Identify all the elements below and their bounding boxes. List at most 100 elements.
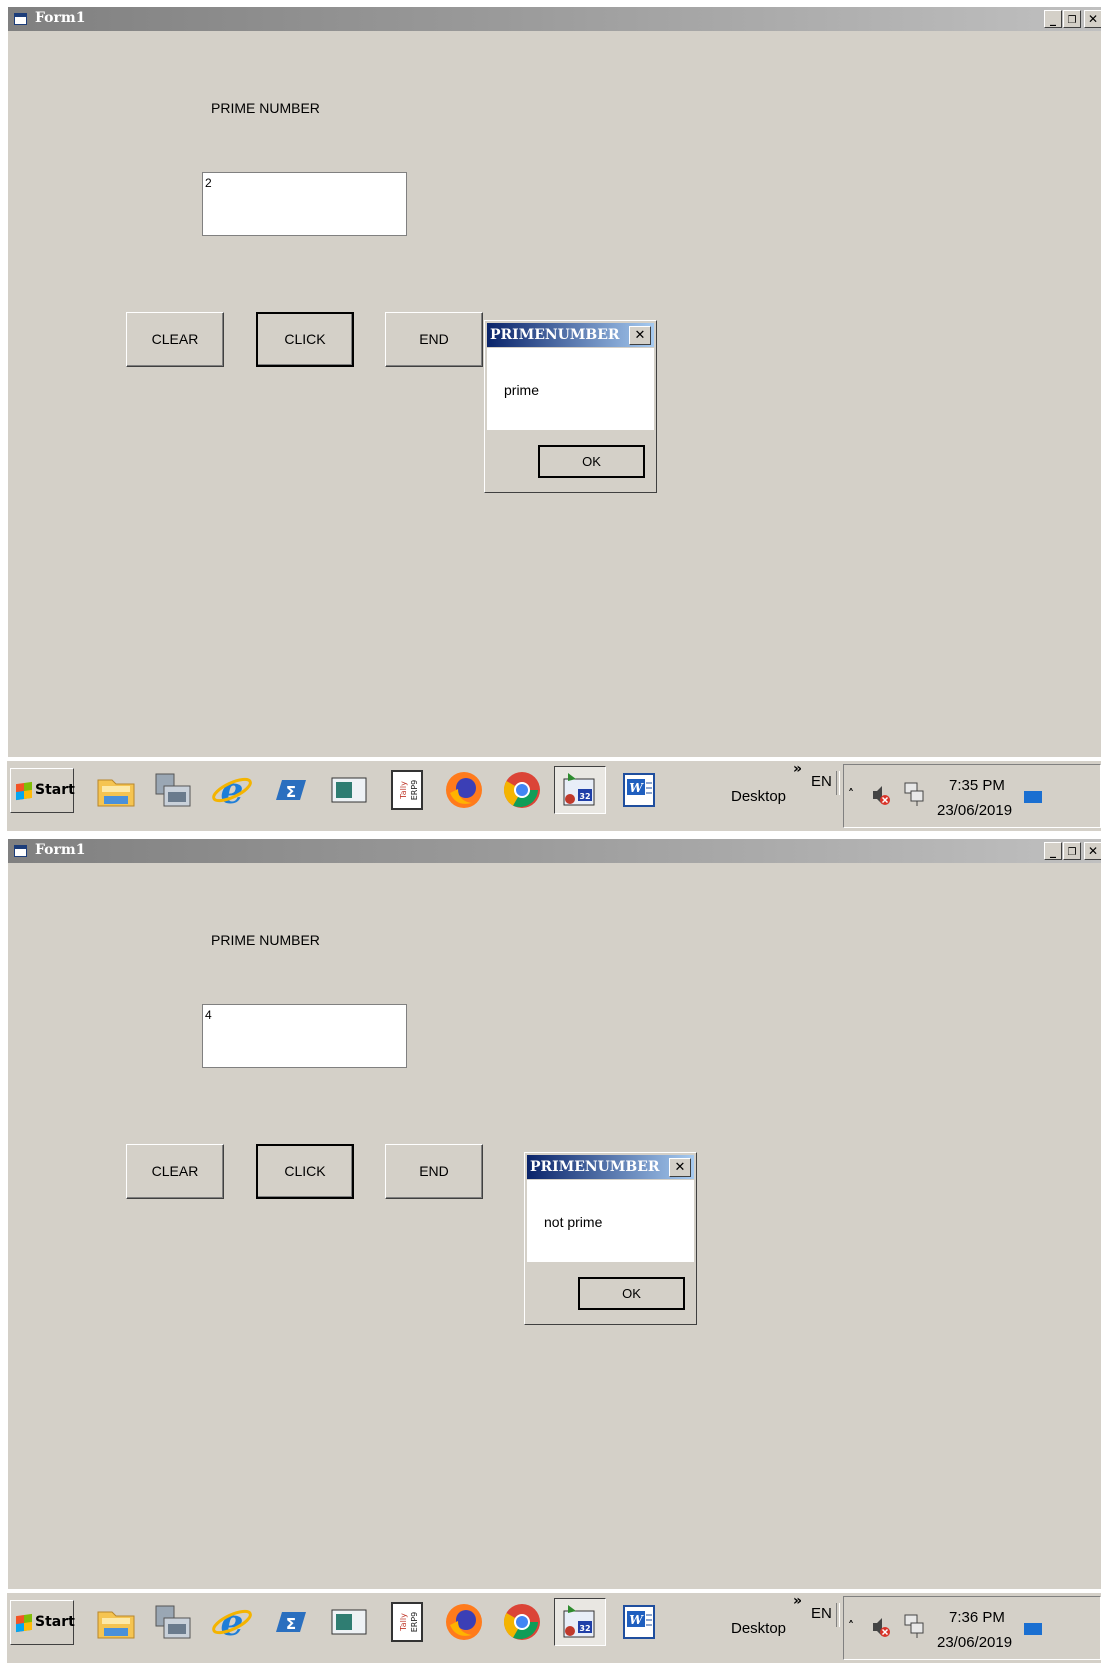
windows-logo-icon xyxy=(16,1613,32,1633)
network-icon[interactable] xyxy=(902,1613,926,1639)
word-icon[interactable]: W xyxy=(612,766,664,814)
form-window-icon xyxy=(14,13,27,25)
end-button[interactable]: END xyxy=(385,1144,483,1199)
internet-explorer-icon[interactable]: e xyxy=(206,766,258,814)
dialog-title-bar[interactable]: PRIMENUMBER ✕ xyxy=(487,323,654,347)
message-dialog: PRIMENUMBER ✕ prime OK xyxy=(484,320,657,493)
close-button[interactable]: ✕ xyxy=(1084,10,1101,28)
svg-text:Σ: Σ xyxy=(286,1615,296,1633)
tally-erp9-icon[interactable]: Tally ERP9 xyxy=(380,1598,432,1646)
dialog-message-area: prime xyxy=(487,348,654,430)
clock-time[interactable]: 7:35 PM xyxy=(949,777,1005,794)
svg-text:W: W xyxy=(629,781,644,795)
console-window-icon[interactable] xyxy=(322,766,374,814)
control-panel-icon[interactable] xyxy=(148,1598,200,1646)
svg-text:W: W xyxy=(629,1613,644,1627)
dialog-title: PRIMENUMBER xyxy=(530,1159,660,1175)
desktop-toolbar-label[interactable]: Desktop xyxy=(731,1620,786,1637)
taskbar: Start e Σ Tally ERP9 32 W Desktop » EN ˄… xyxy=(7,1592,1101,1663)
vb6-app-icon[interactable]: 32 xyxy=(554,1598,606,1646)
ok-button[interactable]: OK xyxy=(578,1277,685,1310)
network-icon[interactable] xyxy=(902,781,926,807)
show-desktop-button[interactable] xyxy=(1024,1623,1042,1635)
svg-text:ERP9: ERP9 xyxy=(410,1612,419,1633)
show-hidden-icons-button[interactable]: ˄ xyxy=(848,1619,854,1633)
close-button[interactable]: ✕ xyxy=(1084,842,1101,860)
clock-date[interactable]: 23/06/2019 xyxy=(937,1634,1012,1651)
restore-button[interactable]: ❐ xyxy=(1063,10,1081,28)
language-indicator[interactable]: EN xyxy=(811,773,832,790)
console-window-icon[interactable] xyxy=(322,1598,374,1646)
svg-text:e: e xyxy=(221,770,244,810)
number-input[interactable]: 4 xyxy=(202,1004,407,1068)
tally-erp9-icon[interactable]: Tally ERP9 xyxy=(380,766,432,814)
volume-muted-icon[interactable] xyxy=(870,1615,892,1639)
restore-icon: ❐ xyxy=(1067,15,1077,26)
firefox-icon[interactable] xyxy=(438,766,490,814)
title-bar[interactable]: Form1 _ ❐ ✕ xyxy=(8,7,1101,31)
click-button[interactable]: CLICK xyxy=(256,312,354,367)
taskbar-separator xyxy=(836,1603,840,1627)
form1-window: Form1 _ ❐ ✕ PRIME NUMBER 4 CLEAR CLICK E… xyxy=(7,839,1101,1589)
system-tray: ˄ 7:35 PM 23/06/2019 xyxy=(843,764,1101,828)
screenshot-2: Form1 _ ❐ ✕ PRIME NUMBER 4 CLEAR CLICK E… xyxy=(0,832,1101,1663)
chrome-icon[interactable] xyxy=(496,1598,548,1646)
show-desktop-button[interactable] xyxy=(1024,791,1042,803)
vb6-app-icon[interactable]: 32 xyxy=(554,766,606,814)
show-hidden-icons-button[interactable]: ˄ xyxy=(848,787,854,801)
prime-number-label: PRIME NUMBER xyxy=(211,932,320,948)
file-explorer-icon[interactable] xyxy=(90,1598,142,1646)
end-button[interactable]: END xyxy=(385,312,483,367)
dialog-message-area: not prime xyxy=(527,1180,694,1262)
start-label: Start xyxy=(35,782,75,798)
clock-time[interactable]: 7:36 PM xyxy=(949,1609,1005,1626)
windows-logo-icon xyxy=(16,781,32,801)
svg-text:32: 32 xyxy=(579,1624,590,1633)
clear-button[interactable]: CLEAR xyxy=(126,1144,224,1199)
taskbar-separator xyxy=(836,771,840,795)
control-panel-icon[interactable] xyxy=(148,766,200,814)
toolbar-chevron-icon[interactable]: » xyxy=(793,761,802,777)
form1-window: Form1 _ ❐ ✕ PRIME NUMBER 2 CLEAR CLICK E… xyxy=(7,7,1101,757)
dialog-close-button[interactable]: ✕ xyxy=(669,1158,691,1177)
firefox-icon[interactable] xyxy=(438,1598,490,1646)
dialog-title: PRIMENUMBER xyxy=(490,327,620,343)
clear-button[interactable]: CLEAR xyxy=(126,312,224,367)
svg-text:Tally: Tally xyxy=(399,781,408,800)
dialog-close-button[interactable]: ✕ xyxy=(629,326,651,345)
form-window-icon xyxy=(14,845,27,857)
svg-text:e: e xyxy=(221,1602,244,1642)
restore-icon: ❐ xyxy=(1067,847,1077,858)
start-button[interactable]: Start xyxy=(10,1600,75,1645)
window-title: Form1 xyxy=(35,842,86,858)
restore-button[interactable]: ❐ xyxy=(1063,842,1081,860)
start-label: Start xyxy=(35,1614,75,1630)
powershell-icon[interactable]: Σ xyxy=(264,766,316,814)
screenshot-1: Form1 _ ❐ ✕ PRIME NUMBER 2 CLEAR CLICK E… xyxy=(0,0,1101,831)
minimize-button[interactable]: _ xyxy=(1044,842,1062,860)
word-icon[interactable]: W xyxy=(612,1598,664,1646)
title-bar[interactable]: Form1 _ ❐ ✕ xyxy=(8,839,1101,863)
internet-explorer-icon[interactable]: e xyxy=(206,1598,258,1646)
message-dialog: PRIMENUMBER ✕ not prime OK xyxy=(524,1152,697,1325)
taskbar: Start e Σ Tally ERP9 32 W Desktop » EN ˄… xyxy=(7,760,1101,831)
svg-text:Tally: Tally xyxy=(399,1613,408,1632)
number-input[interactable]: 2 xyxy=(202,172,407,236)
dialog-message: prime xyxy=(504,382,540,398)
minimize-button[interactable]: _ xyxy=(1044,10,1062,28)
click-button[interactable]: CLICK xyxy=(256,1144,354,1199)
language-indicator[interactable]: EN xyxy=(811,1605,832,1622)
clock-date[interactable]: 23/06/2019 xyxy=(937,802,1012,819)
desktop-toolbar-label[interactable]: Desktop xyxy=(731,788,786,805)
dialog-title-bar[interactable]: PRIMENUMBER ✕ xyxy=(527,1155,694,1179)
ok-button[interactable]: OK xyxy=(538,445,645,478)
start-button[interactable]: Start xyxy=(10,768,75,813)
toolbar-chevron-icon[interactable]: » xyxy=(793,1593,802,1609)
volume-muted-icon[interactable] xyxy=(870,783,892,807)
svg-text:32: 32 xyxy=(579,792,590,801)
svg-text:Σ: Σ xyxy=(286,783,296,801)
chrome-icon[interactable] xyxy=(496,766,548,814)
dialog-message: not prime xyxy=(544,1214,603,1230)
powershell-icon[interactable]: Σ xyxy=(264,1598,316,1646)
file-explorer-icon[interactable] xyxy=(90,766,142,814)
